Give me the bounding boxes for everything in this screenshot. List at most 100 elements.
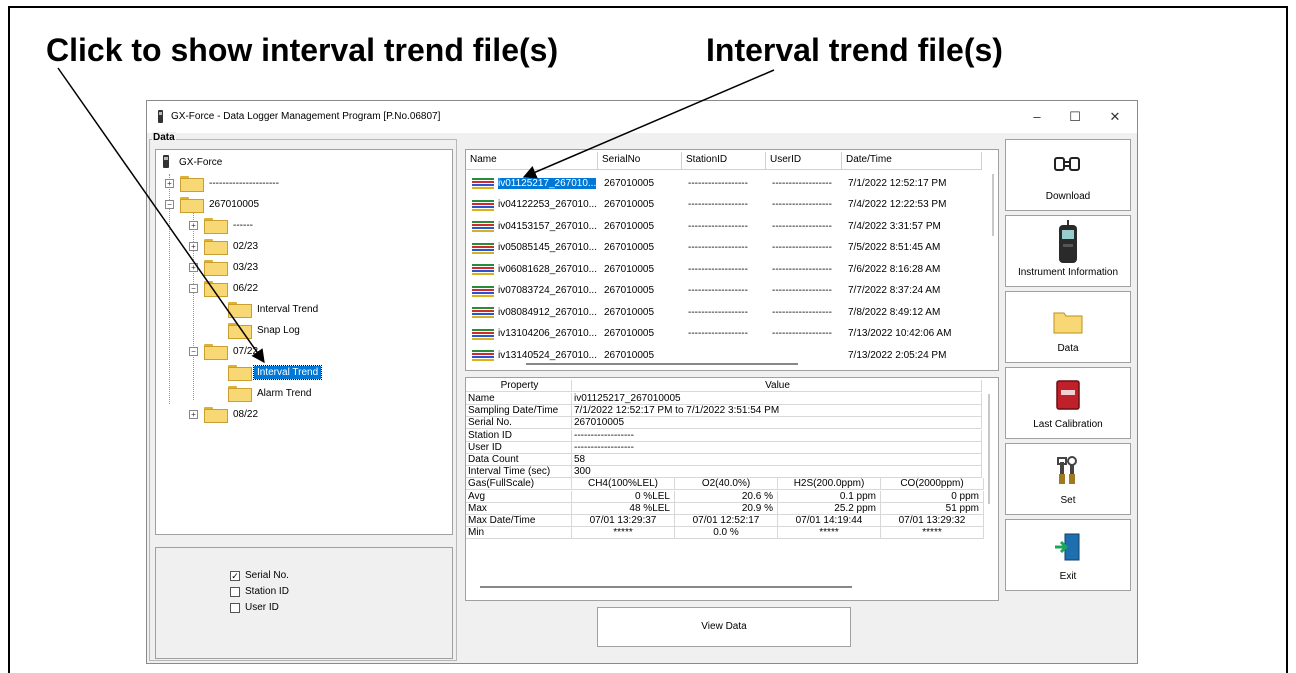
minimize-button[interactable]: –: [1025, 107, 1049, 127]
tree-node-0722[interactable]: 07/22: [204, 343, 261, 360]
download-button[interactable]: Download: [1005, 139, 1131, 211]
app-icon: [158, 110, 163, 123]
instrument-information-button[interactable]: Instrument Information: [1005, 215, 1131, 287]
collapse-icon[interactable]: −: [189, 347, 198, 356]
vertical-scrollbar[interactable]: [992, 174, 994, 236]
max-row: Max 48 %LEL 20.9 % 25.2 ppm 51 ppm: [466, 502, 984, 515]
folder-icon: [204, 344, 228, 360]
tree-node-serial[interactable]: 267010005: [180, 196, 262, 213]
last-calibration-button[interactable]: Last Calibration: [1005, 367, 1131, 439]
tree-node-0622[interactable]: 06/22: [204, 280, 261, 297]
checkbox-box[interactable]: ✓: [230, 570, 240, 581]
checkbox-label: Serial No.: [245, 570, 289, 581]
tree-root[interactable]: GX-Force: [162, 154, 225, 170]
expand-icon[interactable]: +: [189, 263, 198, 272]
checkbox-box[interactable]: [230, 586, 240, 597]
station-checkbox[interactable]: Station ID: [230, 586, 289, 597]
trend-file-icon: [470, 347, 496, 363]
trend-file-icon: [470, 283, 496, 299]
file-user: ------------------: [772, 177, 832, 189]
column-header-date[interactable]: Date/Time: [842, 152, 982, 170]
file-user: ------------------: [772, 199, 832, 210]
expand-icon[interactable]: +: [189, 242, 198, 251]
property-name: Gas(FullScale): [466, 478, 572, 491]
file-user: ------------------: [772, 306, 832, 318]
checkbox-box[interactable]: [230, 602, 240, 613]
checkbox-label: Station ID: [245, 586, 289, 597]
gas-value-cell: *****: [881, 527, 984, 540]
expand-icon[interactable]: +: [165, 179, 174, 188]
tree-label: Alarm Trend: [257, 387, 312, 399]
property-row: Interval Time (sec) 300: [466, 466, 982, 479]
property-row: Name iv01125217_267010005: [466, 393, 982, 405]
trend-file-list[interactable]: Name SerialNo StationID UserID Date/Time…: [465, 149, 999, 371]
column-header-serial[interactable]: SerialNo: [598, 152, 682, 170]
file-row[interactable]: iv04122253_267010... 267010005 -----------…: [466, 194, 982, 216]
file-date: 7/8/2022 8:49:12 AM: [848, 306, 941, 318]
file-row[interactable]: iv05085145_267010... 267010005 -----------…: [466, 237, 982, 259]
tree-label: 08/22: [233, 408, 259, 420]
column-header-station[interactable]: StationID: [682, 152, 766, 170]
tree-node-interval-trend-0722[interactable]: Interval Trend: [228, 364, 323, 381]
data-button[interactable]: Data: [1005, 291, 1131, 363]
exit-button[interactable]: Exit: [1005, 519, 1131, 591]
horizontal-scrollbar[interactable]: [526, 363, 798, 365]
close-button[interactable]: ✕: [1103, 107, 1127, 127]
folder-icon: [228, 323, 252, 339]
expand-icon[interactable]: +: [189, 221, 198, 230]
tree-node-snap-log[interactable]: Snap Log: [228, 322, 303, 339]
calibration-book-icon: [1056, 380, 1080, 410]
display-options: ✓ Serial No. Station ID User ID: [155, 547, 453, 659]
gas-value-cell: 48 %LEL: [572, 502, 675, 515]
set-button[interactable]: Set: [1005, 443, 1131, 515]
tree-node-dashes[interactable]: ---------------------: [180, 175, 282, 192]
file-station: ------------------: [688, 306, 748, 318]
gas-value-cell: 0.1 ppm: [778, 490, 881, 503]
file-name: iv05085145_267010...: [498, 242, 597, 253]
folder-icon: [228, 302, 252, 318]
tree-node-0223[interactable]: 02/23: [204, 238, 261, 255]
file-serial: 267010005: [604, 349, 655, 361]
file-row[interactable]: iv01125217_267010... 267010005 -----------…: [466, 172, 982, 194]
tree-label: Interval Trend: [257, 303, 319, 315]
tree-node-0323[interactable]: 03/23: [204, 259, 261, 276]
folder-tree[interactable]: GX-Force + --------------------- − 26701…: [155, 149, 453, 535]
maximize-button[interactable]: ☐: [1063, 107, 1087, 127]
file-row[interactable]: iv06081628_267010... 267010005 -----------…: [466, 258, 982, 280]
horizontal-scrollbar[interactable]: [480, 586, 852, 588]
trend-file-icon: [470, 261, 496, 277]
file-user: ------------------: [772, 242, 832, 253]
collapse-icon[interactable]: −: [165, 200, 174, 209]
column-header-name[interactable]: Name: [466, 152, 598, 170]
property-name: Data Count: [466, 454, 572, 466]
file-name: iv13104206_267010...: [498, 328, 597, 339]
tree-node-alarm-trend[interactable]: Alarm Trend: [228, 385, 314, 402]
file-row[interactable]: iv13104206_267010... 267010005 -----------…: [466, 323, 982, 345]
serial-checkbox[interactable]: ✓ Serial No.: [230, 570, 289, 581]
file-row[interactable]: iv07083724_267010... 267010005 -----------…: [466, 280, 982, 302]
tree-node-0822[interactable]: 08/22: [204, 406, 261, 423]
collapse-icon[interactable]: −: [189, 284, 198, 293]
file-date: 7/4/2022 3:31:57 PM: [848, 220, 941, 232]
file-date: 7/1/2022 12:52:17 PM: [848, 177, 947, 189]
file-row[interactable]: iv04153157_267010... 267010005 -----------…: [466, 215, 982, 237]
instrument-icon: [1059, 220, 1077, 263]
trend-file-icon: [470, 326, 496, 342]
file-date: 7/4/2022 12:22:53 PM: [848, 199, 947, 210]
property-header: Property Value: [466, 380, 982, 392]
file-user: ------------------: [772, 263, 832, 275]
file-station: ------------------: [688, 328, 748, 339]
value-header-label: Value: [572, 380, 982, 392]
tree-node-interval-trend-0622[interactable]: Interval Trend: [228, 301, 321, 318]
tree-node-dashes-2[interactable]: ------: [204, 217, 256, 234]
file-row[interactable]: iv08084912_267010... 267010005 -----------…: [466, 301, 982, 323]
file-station: ------------------: [688, 177, 748, 189]
expand-icon[interactable]: +: [189, 410, 198, 419]
vertical-scrollbar[interactable]: [988, 394, 990, 504]
data-group-legend: Data: [152, 132, 176, 143]
property-name: Max: [466, 502, 572, 515]
download-label: Download: [1045, 191, 1091, 202]
view-data-button[interactable]: View Data: [597, 607, 851, 647]
column-header-user[interactable]: UserID: [766, 152, 842, 170]
user-checkbox[interactable]: User ID: [230, 602, 279, 613]
